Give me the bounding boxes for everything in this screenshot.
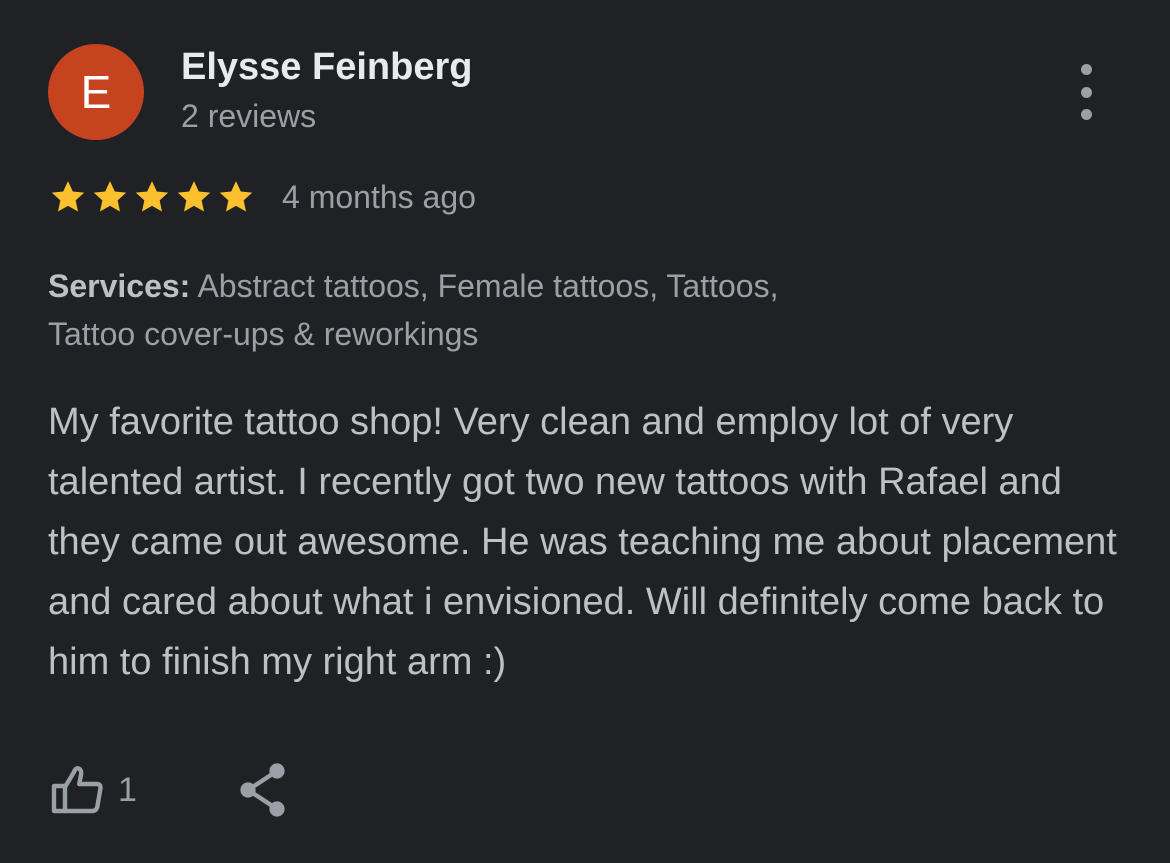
- share-icon[interactable]: [237, 760, 289, 820]
- reviewer-name[interactable]: Elysse Feinberg: [181, 46, 472, 89]
- review-text: My favorite tattoo shop! Very clean and …: [48, 401, 1117, 683]
- services-list-line1: Abstract tattoos, Female tattoos, Tattoo…: [197, 268, 779, 304]
- services-label: Services:: [48, 268, 191, 304]
- more-vert-icon-dot: [1080, 109, 1092, 120]
- star-icon: [219, 181, 253, 212]
- star-icon: [93, 181, 127, 212]
- more-vert-icon: [1080, 64, 1092, 75]
- review-date: 4 months ago: [282, 178, 476, 215]
- star-icon: [135, 181, 169, 212]
- star-rating: [48, 177, 256, 217]
- like-count: 1: [118, 770, 137, 809]
- rating-row: 4 months ago: [48, 176, 476, 218]
- services-list-line2: Tattoo cover-ups & reworkings: [48, 316, 479, 352]
- review-actions: 1: [48, 758, 289, 822]
- avatar[interactable]: E: [48, 44, 144, 140]
- avatar-initial: E: [80, 66, 112, 118]
- more-vert-icon-dot: [1080, 86, 1092, 98]
- more-options-button[interactable]: [1066, 64, 1106, 120]
- thumbs-up-icon: [51, 766, 103, 814]
- like-button[interactable]: 1: [48, 760, 137, 820]
- star-icon: [51, 181, 85, 212]
- review-card: E Elysse Feinberg 2 reviews 4 months ago…: [0, 0, 1170, 863]
- star-icon: [177, 181, 211, 212]
- services-section: Services: Abstract tattoos, Female tatto…: [48, 262, 928, 358]
- reviewer-review-count: 2 reviews: [181, 98, 317, 134]
